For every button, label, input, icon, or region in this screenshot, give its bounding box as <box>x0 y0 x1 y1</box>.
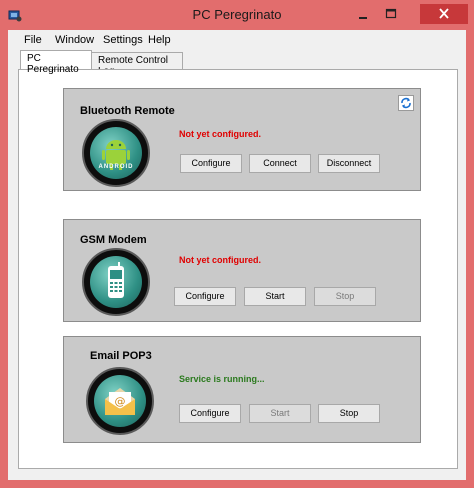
email-title: Email POP3 <box>90 350 152 362</box>
bluetooth-configure-button[interactable]: Configure <box>180 154 242 173</box>
android-icon <box>102 140 130 170</box>
refresh-button[interactable] <box>398 95 414 111</box>
menu-file[interactable]: File <box>24 34 42 46</box>
maximize-icon <box>385 8 397 19</box>
bluetooth-status: Not yet configured. <box>179 129 262 139</box>
refresh-icon <box>401 97 411 109</box>
maximize-button[interactable] <box>378 4 404 24</box>
gsm-status: Not yet configured. <box>179 255 262 265</box>
gsm-stop-button[interactable]: Stop <box>314 287 376 306</box>
gsm-start-button[interactable]: Start <box>244 287 306 306</box>
phone-icon <box>108 262 124 298</box>
close-icon <box>439 8 449 19</box>
tab-pc-peregrinato[interactable]: PC Peregrinato <box>20 50 92 75</box>
email-stop-button[interactable]: Stop <box>318 404 380 423</box>
client-area: PC Peregrinato Remote Control Log Blueto… <box>8 50 466 480</box>
gsm-title: GSM Modem <box>80 234 147 246</box>
bluetooth-panel: Bluetooth Remote ANDROID Not yet configu… <box>63 88 421 191</box>
email-start-button[interactable]: Start <box>249 404 311 423</box>
gsm-configure-button[interactable]: Configure <box>174 287 236 306</box>
menu-bar: File Window Settings Help <box>8 30 466 50</box>
bluetooth-title: Bluetooth Remote <box>80 105 175 117</box>
menu-window[interactable]: Window <box>55 34 94 46</box>
gsm-device-icon <box>82 248 150 316</box>
email-status: Service is running... <box>179 374 265 384</box>
svg-text:@: @ <box>115 395 126 408</box>
menu-settings[interactable]: Settings <box>103 34 143 46</box>
tab-page: Bluetooth Remote ANDROID Not yet configu… <box>18 69 458 469</box>
disconnect-button[interactable]: Disconnect <box>318 154 380 173</box>
minimize-button[interactable] <box>350 4 376 24</box>
envelope-icon: @ <box>105 388 135 415</box>
connect-button[interactable]: Connect <box>249 154 311 173</box>
email-configure-button[interactable]: Configure <box>179 404 241 423</box>
android-label: ANDROID <box>98 164 134 170</box>
bluetooth-device-icon: ANDROID <box>82 119 150 187</box>
title-bar: PC Peregrinato <box>0 0 474 30</box>
email-device-icon: @ <box>86 367 154 435</box>
email-panel: Email POP3 @ Service is running... Confi… <box>63 336 421 443</box>
app-window: PC Peregrinato File Window Settings Help… <box>0 0 474 488</box>
tab-remote-control-log[interactable]: Remote Control Log <box>91 52 183 77</box>
minimize-icon <box>359 17 367 19</box>
menu-help[interactable]: Help <box>148 34 171 46</box>
close-button[interactable] <box>420 4 468 24</box>
gsm-panel: GSM Modem Not yet configured. Configure … <box>63 219 421 322</box>
